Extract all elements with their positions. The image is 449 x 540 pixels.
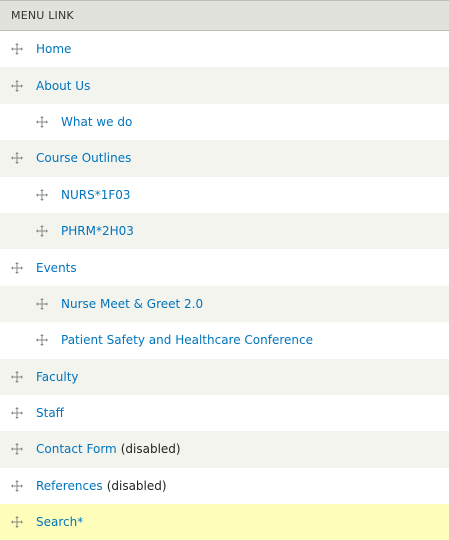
table-row[interactable]: Patient Safety and Healthcare Conference bbox=[0, 322, 449, 359]
drag-handle-icon[interactable] bbox=[11, 43, 23, 56]
menu-link[interactable]: About Us bbox=[36, 79, 90, 93]
drag-handle-icon[interactable] bbox=[11, 152, 23, 165]
menu-link-rows: Home About Us What we do Course Outlines NUR… bbox=[0, 31, 449, 540]
drag-handle-icon[interactable] bbox=[11, 516, 23, 529]
drag-handle-icon[interactable] bbox=[36, 334, 48, 347]
status-label: (disabled) bbox=[106, 478, 167, 493]
menu-link[interactable]: Staff bbox=[36, 406, 64, 420]
table-row[interactable]: Events bbox=[0, 249, 449, 286]
drag-handle-icon[interactable] bbox=[36, 115, 48, 128]
column-header-menu-link: MENU LINK bbox=[0, 0, 449, 31]
table-row[interactable]: Staff bbox=[0, 394, 449, 432]
drag-handle-icon[interactable] bbox=[36, 297, 48, 310]
table-row[interactable]: References (disabled) bbox=[0, 467, 449, 505]
table-row[interactable]: Faculty bbox=[0, 358, 449, 395]
menu-link[interactable]: Search* bbox=[36, 515, 83, 529]
menu-link[interactable]: References bbox=[36, 479, 103, 493]
menu-link[interactable]: Home bbox=[36, 42, 71, 56]
menu-link[interactable]: Course Outlines bbox=[36, 151, 131, 165]
drag-handle-icon[interactable] bbox=[11, 261, 23, 274]
table-row[interactable]: What we do bbox=[0, 103, 449, 141]
drag-handle-icon[interactable] bbox=[11, 479, 23, 492]
table-row[interactable]: NURS*1F03 bbox=[0, 176, 449, 213]
menu-link[interactable]: Patient Safety and Healthcare Conference bbox=[61, 333, 313, 347]
table-row[interactable]: Course Outlines bbox=[0, 140, 449, 177]
drag-handle-icon[interactable] bbox=[11, 443, 23, 456]
menu-link[interactable]: NURS*1F03 bbox=[61, 188, 131, 202]
menu-link[interactable]: Faculty bbox=[36, 370, 79, 384]
table-row[interactable]: Nurse Meet & Greet 2.0 bbox=[0, 285, 449, 323]
table-row[interactable]: Search* bbox=[0, 504, 449, 540]
table-row[interactable]: PHRM*2H03 bbox=[0, 212, 449, 250]
drag-handle-icon[interactable] bbox=[11, 79, 23, 92]
menu-link[interactable]: PHRM*2H03 bbox=[61, 224, 134, 238]
table-row[interactable]: Home bbox=[0, 31, 449, 68]
drag-handle-icon[interactable] bbox=[11, 370, 23, 383]
status-label: (disabled) bbox=[120, 442, 181, 457]
menu-link-table: MENU LINK Home About Us What we do Course O… bbox=[0, 0, 449, 540]
menu-link[interactable]: Events bbox=[36, 261, 77, 275]
menu-link[interactable]: What we do bbox=[61, 115, 132, 129]
table-row[interactable]: Contact Form (disabled) bbox=[0, 431, 449, 468]
menu-link[interactable]: Nurse Meet & Greet 2.0 bbox=[61, 297, 203, 311]
menu-link[interactable]: Contact Form bbox=[36, 442, 117, 456]
drag-handle-icon[interactable] bbox=[11, 407, 23, 420]
drag-handle-icon[interactable] bbox=[36, 225, 48, 238]
column-header-label: MENU LINK bbox=[11, 9, 74, 22]
drag-handle-icon[interactable] bbox=[36, 188, 48, 201]
table-row[interactable]: About Us bbox=[0, 67, 449, 104]
